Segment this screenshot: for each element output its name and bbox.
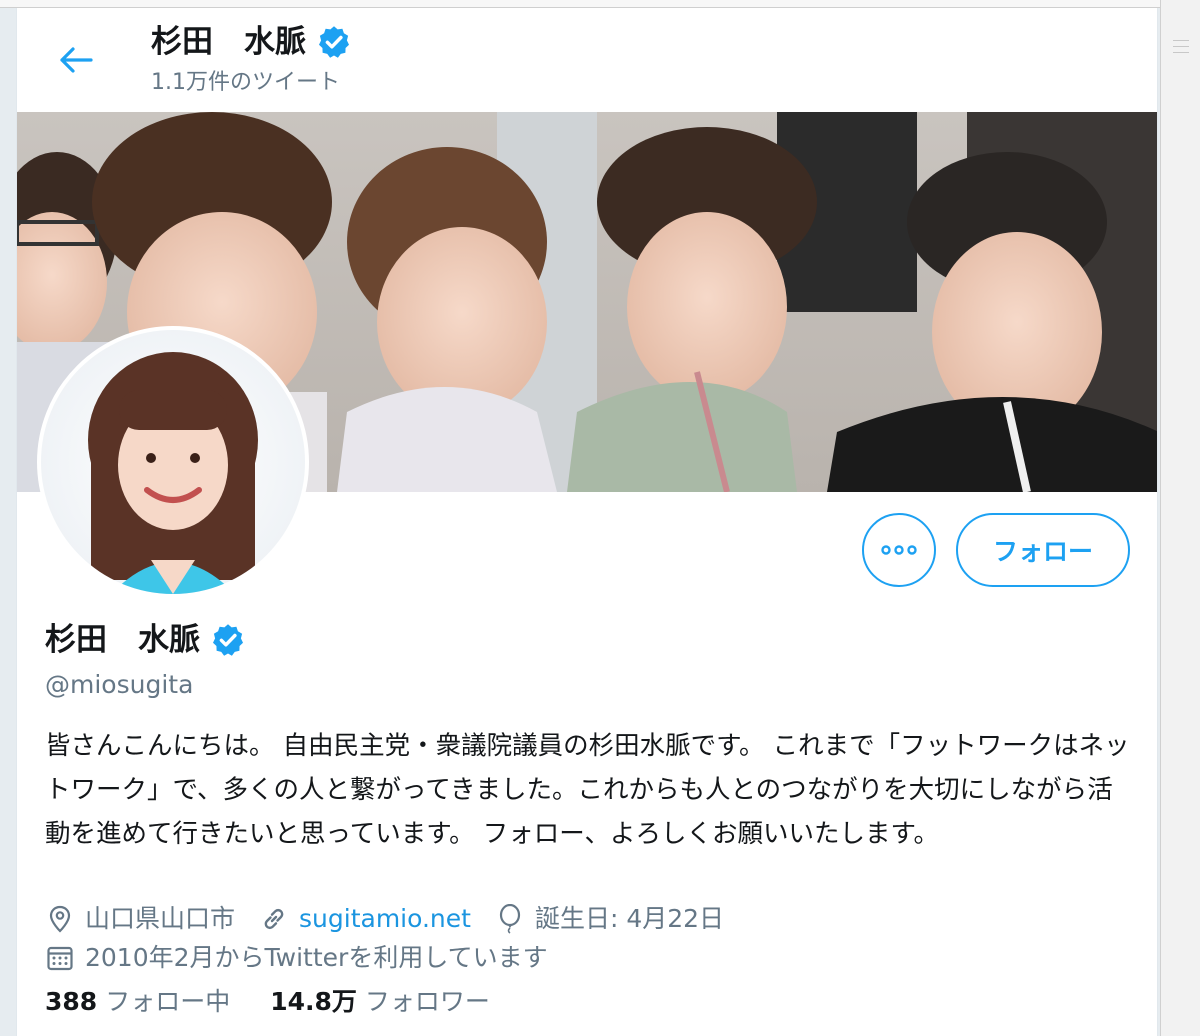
website-item[interactable]: sugitamio.net xyxy=(259,901,471,937)
location-pin-icon xyxy=(45,904,75,934)
browser-scrollbar[interactable] xyxy=(1160,0,1200,1036)
back-button[interactable] xyxy=(47,38,105,82)
birthday-item: 誕生日: 4月22日 xyxy=(495,901,724,937)
location-text: 山口県山口市 xyxy=(85,904,236,933)
balloon-icon xyxy=(495,904,525,934)
header-title: 杉田 水脈 xyxy=(151,22,352,62)
birthday-text: 誕生日: 4月22日 xyxy=(534,904,725,933)
joined-text: 2010年2月からTwitterを利用しています xyxy=(85,943,548,972)
more-dots-icon xyxy=(881,545,917,555)
followers-label: フォロワー xyxy=(364,987,490,1016)
location-item: 山口県山口市 xyxy=(45,901,235,937)
profile-name: 杉田 水脈 xyxy=(45,622,200,658)
calendar-icon xyxy=(45,943,75,973)
arrow-left-icon xyxy=(60,47,93,73)
header-name: 杉田 水脈 xyxy=(151,24,306,60)
profile-avatar[interactable] xyxy=(37,326,309,598)
tweet-count: 1.1万件のツイート xyxy=(151,70,340,95)
follow-button[interactable]: フォロー xyxy=(956,513,1130,587)
profile-stats: 388 フォロー中 14.8万 フォロワー xyxy=(45,984,530,1020)
avatar-photo xyxy=(41,330,305,594)
following-label: フォロー中 xyxy=(105,987,231,1016)
profile-header: 杉田 水脈 1.1万件のツイート xyxy=(17,8,1157,112)
followers-count: 14.8万 xyxy=(270,987,357,1016)
browser-top-edge xyxy=(0,0,1200,8)
website-link[interactable]: sugitamio.net xyxy=(299,901,471,937)
more-button[interactable] xyxy=(862,513,936,587)
verified-badge-icon xyxy=(213,624,243,656)
profile-bio: 皆さんこんにちは。 自由民主党・衆議院議員の杉田水脈です。 これまで「フットワー… xyxy=(45,731,1130,849)
profile-meta-row-2: 2010年2月からTwitterを利用しています xyxy=(45,940,572,976)
joined-item: 2010年2月からTwitterを利用しています xyxy=(45,940,548,976)
link-icon xyxy=(259,904,289,934)
profile-meta-row: 山口県山口市 sugitamio.net 誕生日: 4月22日 xyxy=(45,901,748,937)
profile-name-row: 杉田 水脈 xyxy=(45,620,246,660)
followers-stat[interactable]: 14.8万 フォロワー xyxy=(270,984,490,1020)
profile-handle: @miosugita xyxy=(45,670,194,699)
following-count: 388 xyxy=(45,987,98,1016)
profile-column: 杉田 水脈 1.1万件のツイート フォロー 杉田 水脈 @miosugita 皆… xyxy=(16,8,1158,1036)
following-stat[interactable]: 388 フォロー中 xyxy=(45,984,230,1020)
verified-badge-icon xyxy=(319,26,349,58)
